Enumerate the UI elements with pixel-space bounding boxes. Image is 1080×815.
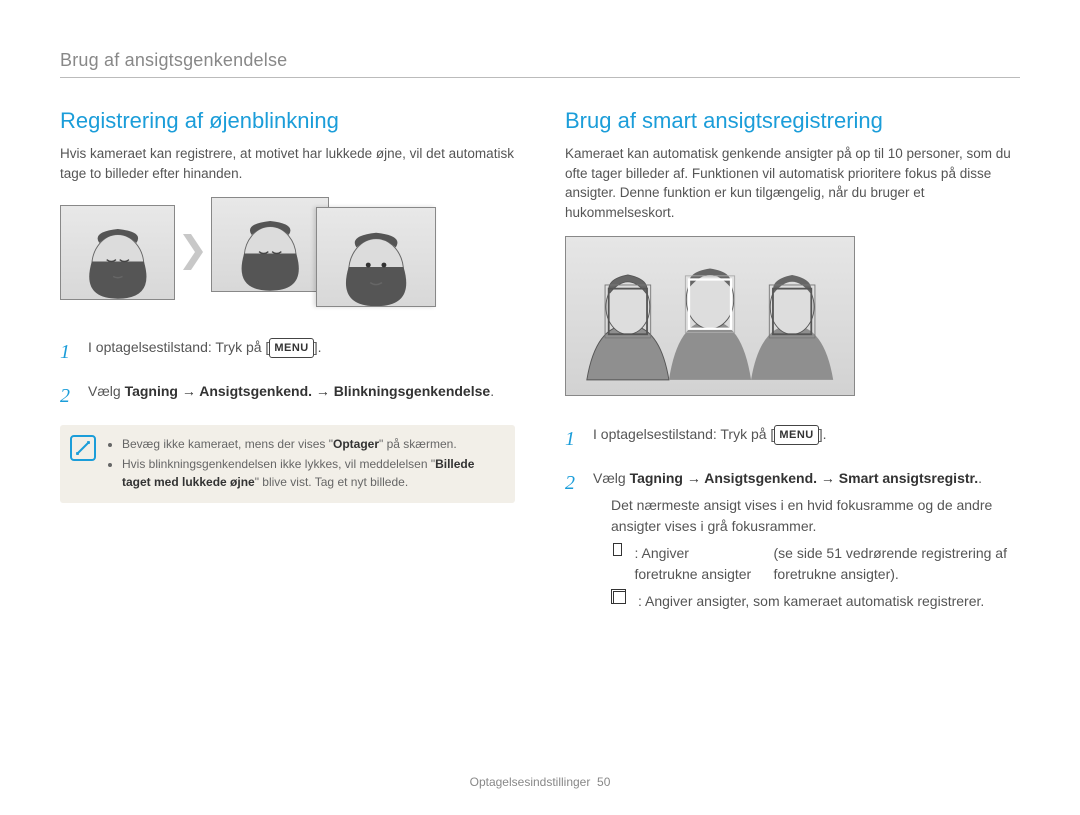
- photo-result-back: [211, 197, 329, 292]
- step-text: Vælg: [593, 470, 630, 486]
- bullet-text: : Angiver ansigter, som kameraet automat…: [638, 591, 984, 612]
- left-step-2: 2 Vælg Tagning → Ansigtsgenkend. → Blink…: [60, 381, 515, 411]
- right-intro: Kameraet kan automatisk genkende ansigte…: [565, 144, 1020, 222]
- step-bold: Tagning → Ansigtsgenkend. → Smart ansigt…: [630, 470, 979, 486]
- step-bold: Tagning → Ansigtsgenkend. → Blinkningsge…: [125, 383, 491, 399]
- bullet-text: : Angiver foretrukne ansigter: [634, 543, 753, 585]
- note-icon: [70, 435, 96, 461]
- group-photo: [565, 236, 855, 396]
- right-step-2: 2 Vælg Tagning → Ansigtsgenkend. → Smart…: [565, 468, 1020, 618]
- photo-stack: [211, 197, 451, 307]
- page: Brug af ansigtsgenkendelse Registrering …: [0, 0, 1080, 662]
- right-column: Brug af smart ansigtsregistrering Kamera…: [565, 108, 1020, 632]
- menu-button-icon: MENU: [774, 425, 818, 445]
- note-text: Hvis blinkningsgenkendelsen ikke lykkes,…: [122, 457, 435, 471]
- step-body: I optagelsestilstand: Tryk på [MENU].: [593, 424, 1020, 445]
- right-step-1: 1 I optagelsestilstand: Tryk på [MENU].: [565, 424, 1020, 454]
- step-number: 2: [565, 468, 583, 498]
- step-number: 2: [60, 381, 78, 411]
- right-bullets: Det nærmeste ansigt vises i en hvid foku…: [593, 495, 1020, 612]
- note-text: Bevæg ikke kameraet, mens der vises ": [122, 437, 333, 451]
- note-bold: Optager: [333, 437, 379, 451]
- arrow-icon: [183, 232, 203, 272]
- step-number: 1: [60, 337, 78, 367]
- bullet-item: Det nærmeste ansigt vises i en hvid foku…: [611, 495, 1020, 537]
- note-list: Bevæg ikke kameraet, mens der vises "Opt…: [108, 435, 503, 491]
- note-text: " på skærmen.: [379, 437, 457, 451]
- left-step-1: 1 I optagelsestilstand: Tryk på [MENU].: [60, 337, 515, 367]
- blink-illustration: [60, 197, 515, 307]
- bullet-subtext: (se side 51 vedrørende registrering af f…: [774, 543, 1021, 585]
- step-text: .: [978, 470, 982, 486]
- left-title: Registrering af øjenblinkning: [60, 108, 515, 134]
- face-open-icon: [323, 218, 429, 306]
- group-faces-icon: [572, 243, 848, 389]
- note-text: " blive vist. Tag et nyt billede.: [255, 475, 408, 489]
- step-body: Vælg Tagning → Ansigtsgenkend. → Smart a…: [593, 468, 1020, 618]
- step-text: Vælg: [88, 383, 125, 399]
- left-steps: 1 I optagelsestilstand: Tryk på [MENU]. …: [60, 337, 515, 411]
- footer-page: 50: [597, 775, 610, 789]
- step-body: I optagelsestilstand: Tryk på [MENU].: [88, 337, 515, 358]
- note-item: Bevæg ikke kameraet, mens der vises "Opt…: [122, 435, 503, 453]
- left-column: Registrering af øjenblinkning Hvis kamer…: [60, 108, 515, 632]
- step-text: I optagelsestilstand: Tryk på [: [88, 339, 269, 355]
- left-intro: Hvis kameraet kan registrere, at motivet…: [60, 144, 515, 183]
- step-text: I optagelsestilstand: Tryk på [: [593, 426, 774, 442]
- face-closed-icon: [67, 215, 169, 299]
- bullet-item: : Angiver ansigter, som kameraet automat…: [611, 591, 1020, 612]
- note-box: Bevæg ikke kameraet, mens der vises "Opt…: [60, 425, 515, 503]
- step-body: Vælg Tagning → Ansigtsgenkend. → Blinkni…: [88, 381, 515, 402]
- face-result-icon: [218, 207, 322, 291]
- photo-eyes-closed: [60, 205, 175, 300]
- menu-button-icon: MENU: [269, 338, 313, 358]
- double-frame-icon: [613, 591, 626, 604]
- photo-result-front: [316, 207, 436, 307]
- page-header: Brug af ansigtsgenkendelse: [60, 50, 1020, 78]
- page-footer: Optagelsesindstillinger 50: [0, 775, 1080, 789]
- bullet-item: : Angiver foretrukne ansigter (se side 5…: [611, 543, 1020, 585]
- step-number: 1: [565, 424, 583, 454]
- two-column-layout: Registrering af øjenblinkning Hvis kamer…: [60, 108, 1020, 632]
- step-text: ].: [314, 339, 322, 355]
- right-title: Brug af smart ansigtsregistrering: [565, 108, 1020, 134]
- single-frame-icon: [613, 543, 622, 556]
- step-text: ].: [819, 426, 827, 442]
- right-steps: 1 I optagelsestilstand: Tryk på [MENU]. …: [565, 424, 1020, 618]
- note-item: Hvis blinkningsgenkendelsen ikke lykkes,…: [122, 455, 503, 491]
- step-text: .: [490, 383, 494, 399]
- footer-section: Optagelsesindstillinger: [470, 775, 591, 789]
